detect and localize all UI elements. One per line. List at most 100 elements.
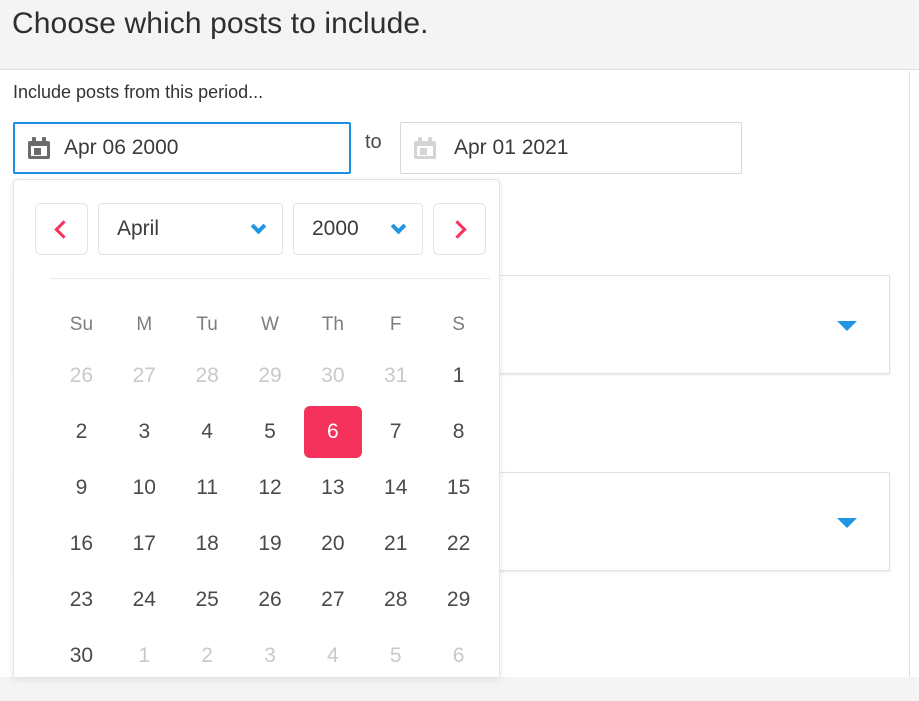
calendar-day[interactable]: 14 — [367, 462, 425, 514]
calendar-day-cell[interactable]: 21 — [364, 516, 427, 572]
calendar-day-cell[interactable]: 1 — [113, 628, 176, 677]
weekday-header-cell: Su — [50, 302, 113, 348]
calendar-day-cell[interactable]: 22 — [427, 516, 490, 572]
calendar-day[interactable]: 3 — [241, 630, 299, 677]
calendar-day-cell[interactable]: 11 — [176, 460, 239, 516]
calendar-day-cell[interactable]: 14 — [364, 460, 427, 516]
calendar-day[interactable]: 12 — [241, 462, 299, 514]
calendar-day[interactable]: 3 — [115, 406, 173, 458]
date-until-input[interactable]: Apr 01 2021 — [400, 122, 742, 174]
prev-month-button[interactable] — [35, 203, 88, 255]
calendar-day-cell[interactable]: 23 — [50, 572, 113, 628]
next-month-button[interactable] — [433, 203, 486, 255]
calendar-day-cell[interactable]: 2 — [50, 404, 113, 460]
calendar-day[interactable]: 8 — [430, 406, 488, 458]
calendar-day[interactable]: 1 — [115, 630, 173, 677]
calendar-day[interactable]: 28 — [367, 574, 425, 626]
calendar-day-selected[interactable]: 6 — [303, 406, 362, 458]
calendar-day[interactable]: 1 — [430, 350, 488, 402]
calendar-day[interactable]: 26 — [52, 350, 110, 402]
calendar-day-cell[interactable]: 31 — [364, 348, 427, 404]
calendar-day[interactable]: 13 — [304, 462, 362, 514]
calendar-day[interactable]: 5 — [367, 630, 425, 677]
calendar-day-cell[interactable]: 5 — [364, 628, 427, 677]
calendar-day-cell[interactable]: 3 — [239, 628, 302, 677]
calendar-day-cell[interactable]: 26 — [239, 572, 302, 628]
calendar-day[interactable]: 20 — [304, 518, 362, 570]
calendar-day-cell[interactable]: 19 — [239, 516, 302, 572]
calendar-day-cell[interactable]: 17 — [113, 516, 176, 572]
calendar-day[interactable]: 30 — [52, 630, 110, 677]
calendar-day-cell[interactable]: 26 — [50, 348, 113, 404]
calendar-day-cell[interactable]: 30 — [301, 348, 364, 404]
calendar-day-cell[interactable]: 3 — [113, 404, 176, 460]
calendar-day-cell[interactable]: 13 — [301, 460, 364, 516]
calendar-day[interactable]: 18 — [178, 518, 236, 570]
calendar-day[interactable]: 29 — [430, 574, 488, 626]
calendar-day-cell[interactable]: 25 — [176, 572, 239, 628]
date-from-input[interactable]: Apr 06 2000 — [13, 122, 351, 174]
calendar-day[interactable]: 4 — [178, 406, 236, 458]
calendar-week-row: 30 1 2 3 4 5 6 — [50, 628, 490, 677]
calendar-day-cell[interactable]: 6 — [301, 404, 364, 460]
calendar-day-cell[interactable]: 28 — [364, 572, 427, 628]
calendar-day-cell[interactable]: 5 — [239, 404, 302, 460]
chevron-down-icon — [250, 218, 267, 234]
calendar-day-cell[interactable]: 20 — [301, 516, 364, 572]
calendar-day[interactable]: 25 — [178, 574, 236, 626]
month-select-value: April — [117, 217, 160, 240]
calendar-day-cell[interactable]: 4 — [301, 628, 364, 677]
calendar-day-cell[interactable]: 12 — [239, 460, 302, 516]
calendar-day[interactable]: 4 — [304, 630, 362, 677]
calendar-day[interactable]: 22 — [430, 518, 488, 570]
calendar-day-cell[interactable]: 6 — [427, 628, 490, 677]
calendar-day-cell[interactable]: 30 — [50, 628, 113, 677]
calendar-day[interactable]: 2 — [178, 630, 236, 677]
calendar-day[interactable]: 2 — [52, 406, 110, 458]
calendar-day[interactable]: 9 — [52, 462, 110, 514]
calendar-day-cell[interactable]: 16 — [50, 516, 113, 572]
calendar-day[interactable]: 29 — [241, 350, 299, 402]
month-select[interactable]: April — [98, 203, 283, 255]
calendar-day-cell[interactable]: 15 — [427, 460, 490, 516]
calendar-day[interactable]: 24 — [115, 574, 173, 626]
calendar-day[interactable]: 15 — [430, 462, 488, 514]
weekday-header-cell: M — [113, 302, 176, 348]
year-select[interactable]: 2000 — [293, 203, 423, 255]
calendar-day-cell[interactable]: 7 — [364, 404, 427, 460]
calendar-day-cell[interactable]: 24 — [113, 572, 176, 628]
calendar-day-cell[interactable]: 18 — [176, 516, 239, 572]
calendar-day-cell[interactable]: 29 — [427, 572, 490, 628]
calendar-day-cell[interactable]: 2 — [176, 628, 239, 677]
calendar-day-cell[interactable]: 29 — [239, 348, 302, 404]
calendar-day-cell[interactable]: 9 — [50, 460, 113, 516]
calendar-day[interactable]: 26 — [241, 574, 299, 626]
calendar-day-cell[interactable]: 4 — [176, 404, 239, 460]
chevron-down-icon — [390, 218, 407, 234]
calendar-day[interactable]: 16 — [52, 518, 110, 570]
calendar-day[interactable]: 10 — [115, 462, 173, 514]
calendar-day-cell[interactable]: 10 — [113, 460, 176, 516]
calendar-day-cell[interactable]: 27 — [301, 572, 364, 628]
calendar-week-row: 2345678 — [50, 404, 490, 460]
calendar-day[interactable]: 23 — [52, 574, 110, 626]
calendar-day[interactable]: 7 — [367, 406, 425, 458]
year-select-value: 2000 — [312, 217, 359, 240]
calendar-day-cell[interactable]: 28 — [176, 348, 239, 404]
weekday-label: M — [136, 314, 153, 335]
calendar-day-cell[interactable]: 8 — [427, 404, 490, 460]
calendar-day[interactable]: 6 — [430, 630, 488, 677]
calendar-day[interactable]: 5 — [241, 406, 299, 458]
page-title: Choose which posts to include. — [12, 7, 429, 40]
calendar-day-cell[interactable]: 27 — [113, 348, 176, 404]
calendar-day[interactable]: 27 — [115, 350, 173, 402]
calendar-day[interactable]: 19 — [241, 518, 299, 570]
calendar-day[interactable]: 31 — [367, 350, 425, 402]
calendar-day[interactable]: 27 — [304, 574, 362, 626]
calendar-day[interactable]: 17 — [115, 518, 173, 570]
calendar-day[interactable]: 30 — [304, 350, 362, 402]
calendar-day[interactable]: 11 — [178, 462, 236, 514]
calendar-day-cell[interactable]: 1 — [427, 348, 490, 404]
calendar-day[interactable]: 21 — [367, 518, 425, 570]
calendar-day[interactable]: 28 — [178, 350, 236, 402]
